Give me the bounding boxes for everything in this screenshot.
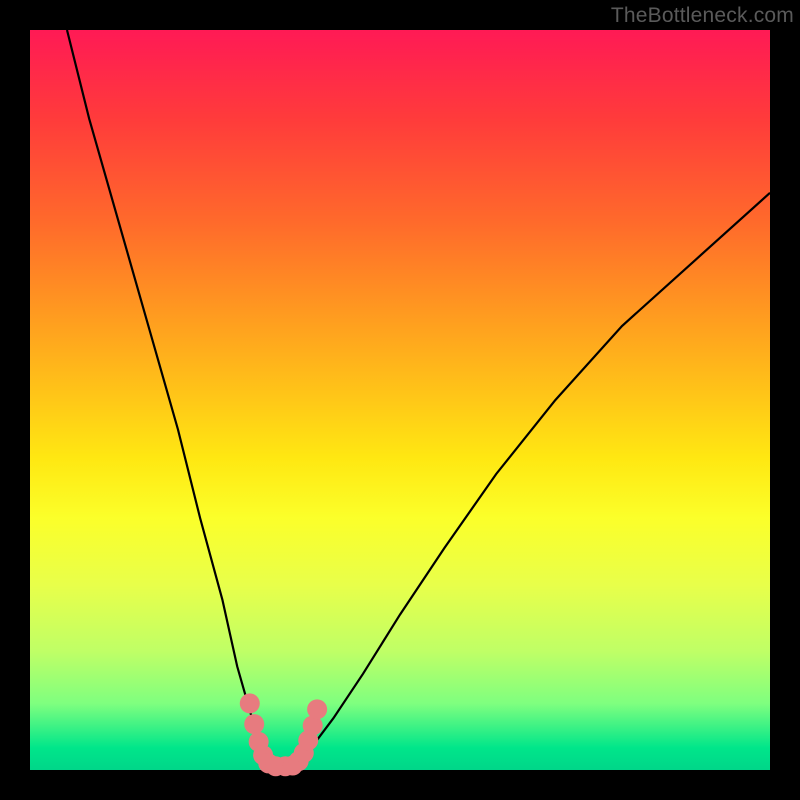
bottleneck-curve — [67, 30, 770, 770]
chart-container: TheBottleneck.com — [0, 0, 800, 800]
range-marker — [244, 714, 264, 734]
chart-svg — [0, 0, 800, 800]
watermark-text: TheBottleneck.com — [611, 4, 794, 28]
range-marker — [240, 693, 260, 713]
range-marker — [307, 699, 327, 719]
